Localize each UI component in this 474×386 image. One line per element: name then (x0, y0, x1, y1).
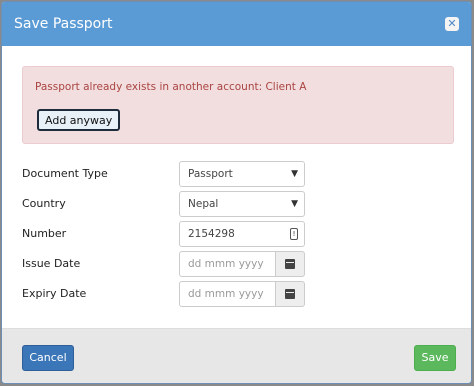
modal-title: Save Passport (14, 16, 113, 32)
issue-date-label: Issue Date (22, 257, 81, 270)
cancel-button[interactable]: Cancel (22, 345, 74, 371)
document-type-select[interactable]: Passport ▼ (179, 161, 305, 187)
expiry-date-label: Expiry Date (22, 287, 87, 300)
calendar-icon (285, 289, 295, 299)
expiry-date-row: Expiry Date dd mmm yyyy (22, 281, 462, 307)
country-value: Nepal (188, 198, 219, 210)
modal-footer: Cancel Save (2, 328, 471, 383)
issue-date-group: dd mmm yyyy (179, 251, 305, 277)
issue-date-placeholder: dd mmm yyyy (188, 258, 264, 270)
expiry-date-calendar-button[interactable] (275, 281, 305, 307)
chevron-down-icon: ▼ (291, 199, 298, 209)
number-input[interactable]: 2154298 ! (179, 221, 305, 247)
calendar-icon (285, 259, 295, 269)
number-row: Number 2154298 ! (22, 221, 462, 247)
country-row: Country Nepal ▼ (22, 191, 462, 217)
document-type-label: Document Type (22, 167, 108, 180)
expiry-date-group: dd mmm yyyy (179, 281, 305, 307)
expiry-date-placeholder: dd mmm yyyy (188, 288, 264, 300)
chevron-down-icon: ▼ (291, 169, 298, 179)
document-type-value: Passport (188, 168, 233, 180)
country-label: Country (22, 197, 66, 210)
add-anyway-button[interactable]: Add anyway (37, 109, 121, 131)
close-icon[interactable]: ✕ (445, 17, 459, 31)
issue-date-row: Issue Date dd mmm yyyy (22, 251, 462, 277)
save-passport-modal: Save Passport ✕ Passport already exists … (1, 1, 472, 384)
modal-header: Save Passport ✕ (2, 2, 471, 46)
document-type-row: Document Type Passport ▼ (22, 161, 462, 187)
issue-date-calendar-button[interactable] (275, 251, 305, 277)
info-icon: ! (290, 228, 298, 240)
country-select[interactable]: Nepal ▼ (179, 191, 305, 217)
number-value: 2154298 (188, 228, 235, 240)
issue-date-input[interactable]: dd mmm yyyy (179, 251, 276, 277)
expiry-date-input[interactable]: dd mmm yyyy (179, 281, 276, 307)
alert-message: Passport already exists in another accou… (35, 81, 307, 93)
duplicate-alert: Passport already exists in another accou… (22, 66, 454, 144)
save-button[interactable]: Save (414, 345, 456, 371)
number-label: Number (22, 227, 67, 240)
